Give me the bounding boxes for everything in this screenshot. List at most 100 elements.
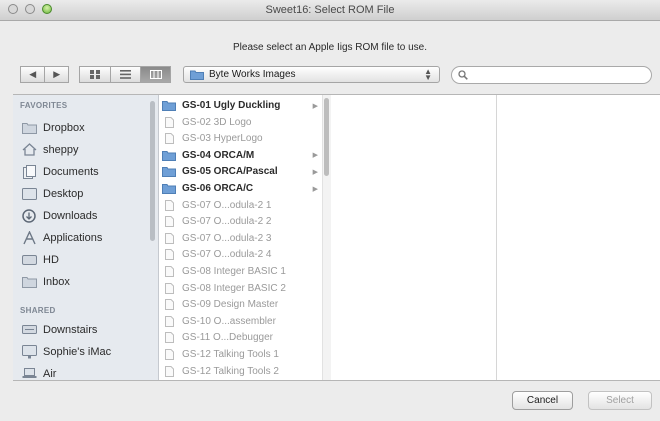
file-name: GS-12 Talking Tools 1	[182, 349, 279, 360]
folder-icon	[162, 166, 176, 178]
sidebar-header-favorites: FAVORITES	[20, 101, 68, 110]
file-icon	[162, 332, 176, 344]
file-name: GS-11 O...Debugger	[182, 332, 273, 344]
sidebar-item-downloads[interactable]: Downloads	[21, 207, 151, 224]
select-button[interactable]: Select	[588, 391, 652, 410]
back-button[interactable]: ◀	[21, 67, 44, 82]
file-row[interactable]: GS-10 O...assembler	[162, 313, 320, 330]
icon-view-icon	[90, 70, 100, 79]
forward-button[interactable]: ▶	[44, 67, 68, 82]
folder-icon	[162, 183, 176, 195]
file-name: GS-02 3D Logo	[182, 116, 252, 128]
history-nav: ◀ ▶	[20, 66, 69, 83]
folder-row[interactable]: GS-06 ORCA/C ▶	[162, 180, 320, 197]
file-icon	[162, 216, 176, 228]
folder-icon	[21, 275, 37, 289]
sidebar-item-documents[interactable]: Documents	[21, 163, 151, 180]
sidebar-item-label: Dropbox	[43, 121, 85, 134]
file-row[interactable]: GS-11 O...Debugger	[162, 329, 320, 346]
file-row[interactable]: GS-08 Integer BASIC 2	[162, 280, 320, 297]
sidebar-item-label: Inbox	[43, 275, 70, 288]
file-row[interactable]: GS-09 Design Master	[162, 296, 320, 313]
search-field[interactable]	[451, 66, 652, 84]
sidebar-item-air[interactable]: Air	[21, 365, 151, 381]
network-server-icon	[21, 323, 37, 337]
sidebar-item-sophies-imac[interactable]: Sophie's iMac	[21, 343, 151, 360]
sidebar-item-downstairs[interactable]: Downstairs	[21, 321, 151, 338]
file-icon	[162, 199, 176, 211]
folder-icon	[162, 149, 176, 161]
disclosure-arrow-icon: ▶	[312, 152, 318, 160]
disclosure-arrow-icon: ▶	[312, 185, 318, 193]
sidebar-item-dropbox[interactable]: Dropbox	[21, 119, 151, 136]
icon-view-button[interactable]	[80, 67, 110, 82]
file-icon	[162, 266, 176, 278]
sidebar-item-sheppy[interactable]: sheppy	[21, 141, 151, 158]
sidebar-item-label: Sophie's iMac	[43, 345, 112, 358]
sidebar-item-label: Air	[43, 367, 57, 380]
sidebar-item-inbox[interactable]: Inbox	[21, 273, 151, 290]
file-row[interactable]: GS-12 Talking Tools 1	[162, 346, 320, 363]
sidebar-item-label: Documents	[43, 165, 99, 178]
file-row[interactable]: GS-12 Talking Tools 2	[162, 363, 320, 380]
cancel-button[interactable]: Cancel	[512, 391, 573, 410]
file-name: GS-01 Ugly Duckling	[182, 100, 281, 111]
search-input[interactable]	[468, 69, 651, 81]
imac-icon	[21, 344, 37, 359]
file-name: GS-12 Talking Tools 2	[182, 365, 279, 377]
file-row[interactable]: GS-02 3D Logo	[162, 114, 320, 131]
file-name: GS-07 O...odula-2 1	[182, 199, 272, 211]
file-icon	[162, 299, 176, 311]
sidebar: FAVORITES Dropbox sheppy Documents Deskt…	[13, 95, 159, 380]
file-name: GS-03 HyperLogo	[182, 133, 263, 145]
sidebar-item-hd[interactable]: HD	[21, 251, 151, 268]
applications-icon	[21, 230, 37, 245]
location-label: Byte Works Images	[209, 69, 296, 80]
folder-icon	[162, 100, 176, 112]
sidebar-item-label: Desktop	[43, 187, 84, 200]
file-row[interactable]: GS-07 O...odula-2 1	[162, 197, 320, 214]
sidebar-header-shared: SHARED	[20, 306, 56, 315]
list-view-button[interactable]	[110, 67, 140, 82]
folder-row[interactable]: GS-05 ORCA/Pascal ▶	[162, 163, 320, 180]
file-name: GS-07 O...odula-2 2	[182, 216, 272, 228]
file-name: GS-09 Design Master	[182, 299, 279, 311]
sidebar-item-desktop[interactable]: Desktop	[21, 185, 151, 202]
sidebar-scrollbar[interactable]	[150, 101, 155, 241]
file-icon	[162, 232, 176, 244]
title-bar[interactable]: Sweet16: Select ROM File	[0, 0, 660, 21]
list-view-icon	[120, 70, 131, 79]
sidebar-item-label: Downstairs	[43, 323, 98, 336]
column-view-button[interactable]	[140, 67, 170, 82]
preview-column	[497, 95, 660, 380]
view-mode-control	[79, 66, 171, 83]
file-row[interactable]: GS-07 O...odula-2 2	[162, 213, 320, 230]
file-icon	[162, 116, 176, 128]
disclosure-arrow-icon: ▶	[312, 102, 318, 110]
file-row[interactable]: GS-07 O...odula-2 4	[162, 246, 320, 263]
file-icon	[162, 315, 176, 327]
file-row[interactable]: GS-07 O...odula-2 3	[162, 230, 320, 247]
folder-row[interactable]: GS-01 Ugly Duckling ▶	[162, 97, 320, 114]
sidebar-item-label: Downloads	[43, 209, 98, 222]
file-name: GS-07 O...odula-2 3	[182, 232, 272, 244]
window-title: Sweet16: Select ROM File	[265, 4, 395, 16]
file-icon	[162, 365, 176, 377]
hard-drive-icon	[21, 253, 37, 267]
sidebar-item-label: HD	[43, 253, 59, 266]
search-icon	[458, 70, 468, 80]
folder-icon	[190, 70, 204, 80]
chevron-right-icon: ▶	[53, 69, 61, 79]
file-icon	[162, 249, 176, 261]
file-icon	[162, 349, 176, 361]
file-row[interactable]: GS-08 Integer BASIC 1	[162, 263, 320, 280]
home-icon	[21, 143, 37, 157]
laptop-icon	[21, 367, 37, 381]
sidebar-item-label: Applications	[43, 231, 103, 244]
location-popup[interactable]: Byte Works Images ▲ ▼	[183, 66, 440, 83]
file-name: GS-08 Integer BASIC 2	[182, 282, 286, 294]
open-file-dialog: Sweet16: Select ROM File Please select a…	[0, 0, 660, 421]
sidebar-item-applications[interactable]: Applications	[21, 229, 151, 246]
file-row[interactable]: GS-03 HyperLogo	[162, 130, 320, 147]
folder-row[interactable]: GS-04 ORCA/M ▶	[162, 147, 320, 164]
